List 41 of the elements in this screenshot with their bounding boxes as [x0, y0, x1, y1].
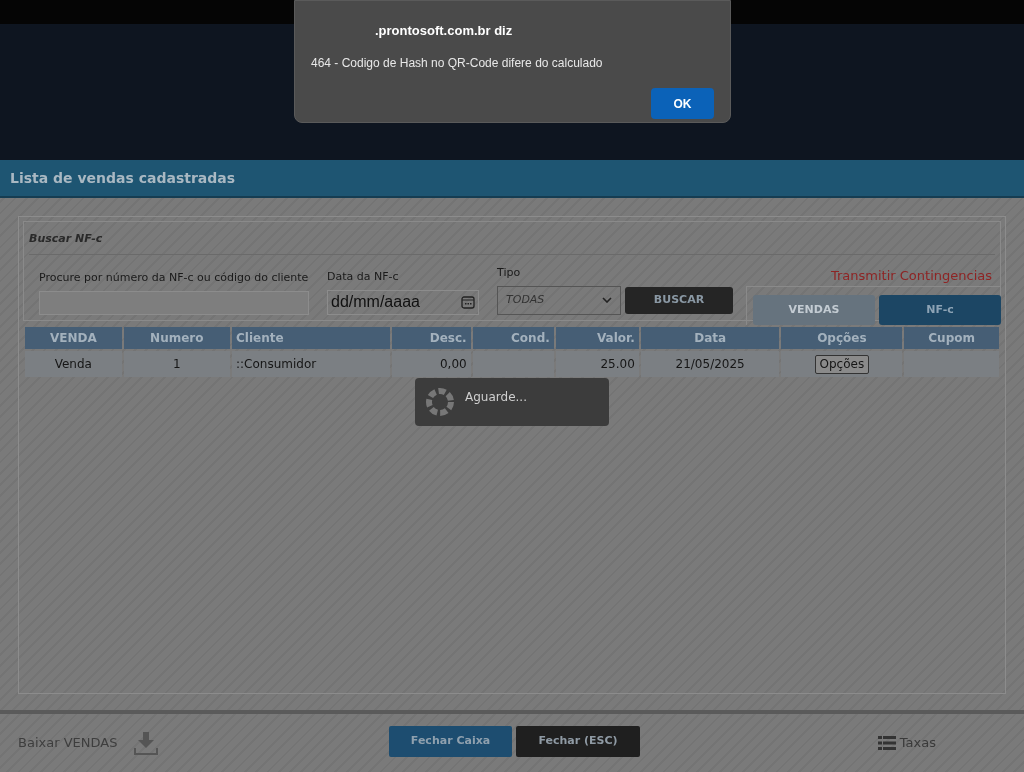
calendar-icon	[461, 295, 475, 309]
date-label: Data da NF-c	[327, 269, 400, 285]
close-register-button[interactable]: Fechar Caixa	[389, 726, 512, 757]
chevron-down-icon	[602, 297, 612, 303]
table-cell: Venda	[25, 351, 122, 377]
fees-link[interactable]: Taxas	[899, 733, 936, 753]
query-input-field[interactable]	[39, 290, 309, 315]
spinner-icon	[425, 387, 455, 417]
view-tab[interactable]: NF-c	[879, 295, 1001, 325]
ok-button[interactable]: OK	[651, 88, 714, 119]
alert-origin: .prontosoft.com.br diz	[375, 23, 513, 38]
table-cell: 1	[123, 351, 231, 377]
table-cell: 0,00	[392, 351, 471, 377]
column-header: VENDA	[25, 327, 122, 349]
type-label: Tipo	[497, 265, 522, 281]
type-select[interactable]: TODAS	[497, 285, 621, 315]
download-icon[interactable]	[133, 730, 160, 756]
alert-message: 464 - Codigo de Hash no QR-Code difere do calculado	[311, 56, 603, 70]
column-header: Cond.	[472, 327, 554, 349]
column-header: Opções	[781, 327, 903, 349]
list-icon	[877, 736, 896, 750]
search-legend: Buscar NF-c	[29, 232, 103, 245]
search-button[interactable]: BUSCAR	[625, 286, 733, 314]
download-label[interactable]: Baixar VENDAS	[18, 733, 118, 753]
date-input-field[interactable]: dd/mm/aaaa	[327, 289, 479, 315]
view-tab[interactable]: VENDAS	[753, 295, 875, 325]
column-header: Desc.	[392, 327, 471, 349]
column-header: Cliente	[232, 327, 391, 349]
table-cell: 21/05/2025	[640, 351, 780, 377]
column-header: Data	[640, 327, 780, 349]
column-header: Valor.	[555, 327, 639, 349]
close-button[interactable]: Fechar (ESC)	[516, 726, 640, 757]
contingency-link[interactable]: Transmitir Contingencias	[830, 266, 992, 286]
loading-text: Aguarde...	[465, 389, 527, 406]
options-button[interactable]: Opções	[814, 354, 870, 374]
table-cell: ::Consumidor	[232, 351, 391, 377]
column-header: Cupom	[904, 327, 999, 349]
query-label: Procure por número da NF-c ou código do cliente	[39, 270, 309, 286]
column-header: Numero	[123, 327, 231, 349]
table-cell: 25.00	[555, 351, 639, 377]
page-title: Lista de vendas cadastradas	[10, 168, 236, 188]
